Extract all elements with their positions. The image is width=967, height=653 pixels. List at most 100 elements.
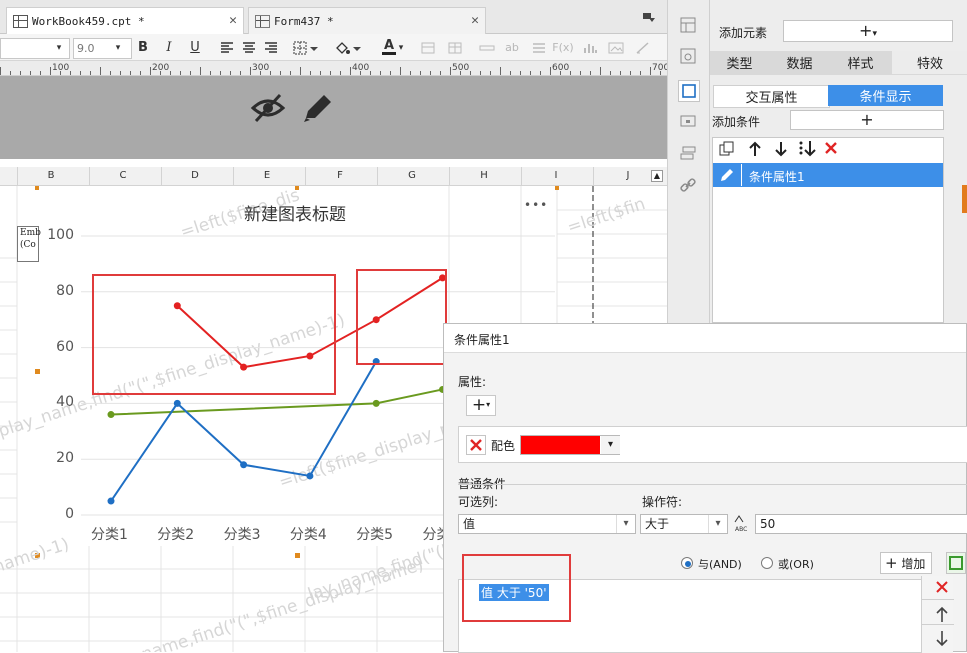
chevron-down-icon[interactable]: ▾ (396, 38, 406, 57)
add-attribute-button[interactable]: +▾ (466, 395, 496, 416)
align-center-icon[interactable] (240, 38, 258, 57)
ruler-tick (610, 71, 611, 75)
scroll-marker (962, 185, 967, 213)
move-bottom-icon[interactable] (798, 140, 816, 161)
ruler-tick (510, 71, 511, 75)
data-point (107, 497, 115, 505)
layout-icon[interactable] (679, 17, 697, 33)
ruler-tick (490, 71, 491, 75)
underline-button[interactable]: U (187, 38, 203, 57)
operand-input[interactable]: 50 (755, 514, 967, 534)
plus-icon: + (471, 395, 487, 415)
condition-action-column (921, 576, 954, 653)
move-down-icon[interactable] (774, 141, 788, 160)
italic-button[interactable]: I (161, 38, 177, 57)
column-header[interactable]: H (474, 170, 494, 181)
ruler-tick (370, 71, 371, 75)
bold-button[interactable]: B (135, 38, 151, 57)
chart-dim-icon[interactable] (581, 38, 599, 57)
confirm-icon[interactable] (946, 552, 966, 574)
text-ab-icon[interactable]: ab (503, 38, 521, 57)
tab-workbook[interactable]: WorkBook459.cpt * ✕ (6, 7, 244, 34)
column-header[interactable]: G (402, 170, 422, 181)
tab-data[interactable]: 数据 (770, 51, 829, 74)
tab-form[interactable]: Form437 * ✕ (248, 7, 486, 34)
ruler-tick (460, 71, 461, 75)
widget-overlay-bar (0, 76, 667, 159)
align-left-icon[interactable] (218, 38, 236, 57)
chevron-down-icon[interactable]: ▾ (51, 38, 67, 57)
highlight-box (462, 554, 571, 622)
column-select[interactable]: 值 ▾ (458, 514, 636, 534)
delete-icon[interactable] (466, 435, 486, 455)
move-up-icon[interactable] (748, 141, 762, 160)
or-radio[interactable] (761, 557, 773, 569)
widget-settings-icon[interactable] (678, 80, 700, 102)
x-tick-label: 分类1 (91, 527, 128, 543)
column-header[interactable]: J (618, 170, 638, 181)
align-right-icon[interactable] (262, 38, 280, 57)
column-header[interactable]: F (330, 170, 350, 181)
formula-type-icon[interactable]: ABC (733, 513, 751, 533)
link-icon[interactable] (679, 177, 697, 193)
tab-type[interactable]: 类型 (710, 51, 769, 74)
ruler-tick (120, 71, 121, 75)
chevron-down-icon[interactable]: ▾ (601, 436, 620, 454)
copy-icon[interactable] (719, 141, 735, 160)
chevron-down-icon[interactable]: ▾ (110, 38, 126, 57)
operand-value: 50 (760, 517, 776, 531)
delete-icon[interactable] (824, 141, 838, 158)
add-button[interactable]: + 增加 (880, 552, 932, 574)
add-element-button[interactable]: +▾ (783, 20, 953, 42)
stack-icon[interactable] (679, 145, 697, 161)
ruler-tick (350, 67, 351, 75)
tab-list-icon[interactable] (643, 12, 655, 22)
column-header[interactable]: E (257, 170, 277, 181)
edit-pencil-icon[interactable] (300, 92, 334, 124)
subtab-interaction[interactable]: 交互属性 (713, 85, 830, 108)
ruler-tick (320, 71, 321, 75)
optional-column-label: 可选列: (458, 495, 499, 509)
pen-dim-icon[interactable] (633, 38, 653, 57)
column-header[interactable]: D (185, 170, 205, 181)
horizontal-ruler: 100 200 300 400 500 600 700 (0, 61, 669, 76)
ruler-tick (480, 71, 481, 75)
close-icon[interactable]: ✕ (229, 13, 237, 28)
link-dim-icon[interactable] (478, 38, 496, 57)
formula-icon[interactable]: F(x) (552, 38, 574, 57)
ruler-tick (170, 71, 171, 75)
chevron-up-icon[interactable]: ▲ (651, 170, 663, 182)
column-header[interactable]: I (546, 170, 566, 181)
column-header[interactable]: C (113, 170, 133, 181)
move-down-icon[interactable] (922, 628, 954, 650)
hide-icon[interactable] (250, 92, 286, 124)
list-dim-icon[interactable] (530, 38, 548, 57)
close-icon[interactable]: ✕ (471, 13, 479, 28)
tab-effects[interactable]: 特效 (892, 51, 967, 74)
condition-list-item[interactable]: 条件属性1 (713, 163, 943, 187)
data-point (372, 399, 380, 407)
add-button-label: 增加 (901, 557, 926, 571)
color-attribute-row: 配色 ▾ (458, 426, 967, 463)
color-picker[interactable]: ▾ (520, 435, 620, 455)
column-header[interactable]: B (41, 170, 61, 181)
border-icon[interactable] (292, 38, 320, 57)
fill-color-icon[interactable] (333, 38, 363, 57)
delete-icon[interactable] (922, 576, 954, 600)
x-tick-label: 分类2 (157, 527, 195, 543)
merge-cell-icon[interactable] (419, 38, 437, 57)
tab-style[interactable]: 样式 (831, 51, 890, 74)
component-icon[interactable] (679, 113, 697, 129)
image-dim-icon[interactable] (606, 38, 626, 57)
subtab-condition-display[interactable]: 条件显示 (828, 85, 943, 106)
tab-form-label: Form437 * (274, 14, 334, 28)
and-radio[interactable] (681, 557, 693, 569)
color-swatch (521, 436, 600, 454)
y-tick-label: 0 (65, 506, 74, 522)
move-up-icon[interactable] (922, 603, 954, 625)
split-cell-icon[interactable] (446, 38, 464, 57)
ruler-tick (640, 71, 641, 75)
settings-page-icon[interactable] (679, 48, 697, 64)
operator-select[interactable]: 大于 ▾ (640, 514, 728, 534)
add-condition-button[interactable]: + (790, 110, 944, 130)
